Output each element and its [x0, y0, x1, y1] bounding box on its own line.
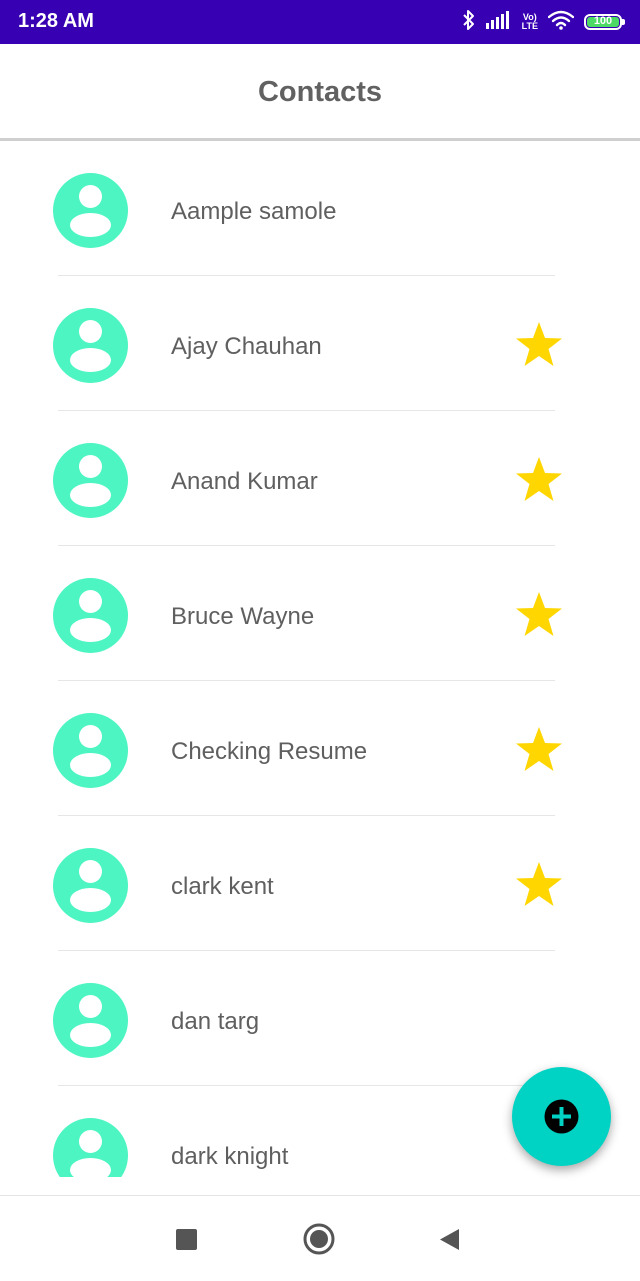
add-icon — [544, 1099, 579, 1134]
contact-row[interactable]: clark kent — [0, 816, 640, 951]
avatar-body — [70, 618, 111, 642]
battery-icon: 100 — [584, 14, 625, 30]
contact-name: dark knight — [171, 1143, 289, 1170]
contact-name: Checking Resume — [171, 738, 368, 765]
favorite-star-icon[interactable] — [514, 591, 564, 639]
navigation-bar — [0, 1195, 640, 1281]
avatar-head — [79, 725, 102, 748]
contact-row[interactable]: dan targ — [0, 951, 640, 1086]
bluetooth-icon — [462, 9, 476, 36]
avatar-person-icon — [53, 173, 128, 248]
contact-name: dan targ — [171, 1008, 260, 1035]
avatar-body — [70, 1158, 111, 1177]
avatar-person-icon — [53, 848, 128, 923]
contact-row[interactable]: Anand Kumar — [0, 411, 640, 546]
signal-icon — [485, 10, 512, 34]
avatar-head — [79, 320, 102, 343]
avatar-body — [70, 1023, 111, 1047]
recents-button[interactable] — [176, 1229, 197, 1255]
contact-row[interactable]: Checking Resume — [0, 681, 640, 816]
avatar-head — [79, 995, 102, 1018]
volte-bottom-label: LTE — [521, 21, 538, 31]
avatar-body — [70, 753, 111, 777]
status-bar: 1:28 AM Vo) LTE 100 — [0, 0, 640, 44]
add-contact-button[interactable] — [512, 1067, 611, 1166]
wifi-icon — [547, 10, 575, 35]
page-title: Contacts — [257, 76, 383, 108]
avatar-person-icon — [53, 713, 128, 788]
avatar-body — [70, 888, 111, 912]
avatar-body — [70, 348, 111, 372]
avatar-body — [70, 213, 111, 237]
contact-row[interactable]: Bruce Wayne — [0, 546, 640, 681]
contact-name: clark kent — [171, 873, 274, 900]
avatar-head — [79, 590, 102, 613]
contact-row[interactable]: Aample samole — [0, 141, 640, 276]
avatar-person-icon — [53, 308, 128, 383]
contact-name: Ajay Chauhan — [171, 333, 322, 360]
contact-name: Aample samole — [171, 198, 337, 225]
contact-name: Bruce Wayne — [171, 603, 315, 630]
app-bar: Contacts — [0, 44, 640, 141]
home-button[interactable] — [303, 1223, 335, 1260]
favorite-star-icon[interactable] — [514, 456, 564, 504]
avatar-person-icon — [53, 443, 128, 518]
contact-row[interactable]: Ajay Chauhan — [0, 276, 640, 411]
battery-level: 100 — [593, 15, 613, 27]
avatar-head — [79, 1130, 102, 1153]
avatar-person-icon — [53, 1118, 128, 1177]
status-icons: Vo) LTE 100 — [462, 8, 625, 36]
volte-icon: Vo) LTE — [522, 13, 538, 31]
back-triangle-icon — [440, 1229, 459, 1250]
home-circle-icon — [303, 1223, 335, 1255]
back-button[interactable] — [439, 1228, 460, 1256]
avatar-head — [79, 185, 102, 208]
avatar-person-icon — [53, 578, 128, 653]
avatar-head — [79, 860, 102, 883]
status-time: 1:28 AM — [18, 10, 94, 32]
favorite-star-icon[interactable] — [514, 321, 564, 369]
favorite-star-icon[interactable] — [514, 726, 564, 774]
favorite-star-icon[interactable] — [514, 861, 564, 909]
avatar-body — [70, 483, 111, 507]
recents-square-icon — [176, 1229, 197, 1250]
avatar-head — [79, 455, 102, 478]
avatar-person-icon — [53, 983, 128, 1058]
contact-list[interactable]: Aample samole Ajay Chauhan Anand Kumar Bruc… — [0, 141, 640, 1177]
contact-name: Anand Kumar — [171, 468, 318, 495]
